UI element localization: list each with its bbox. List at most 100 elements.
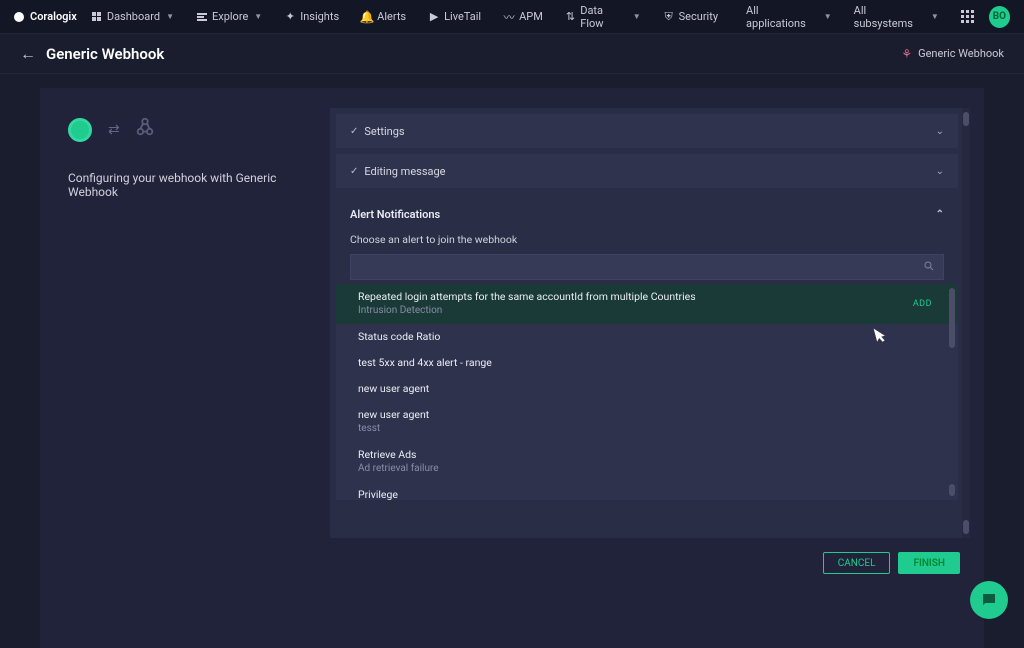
bell-icon: 🔔 (361, 11, 373, 23)
webhook-icon: ⚘ (901, 47, 912, 61)
nav-dashboard-label: Dashboard (107, 10, 160, 23)
source-circle-icon (68, 118, 92, 142)
nav-insights[interactable]: ✦ Insights (276, 6, 347, 27)
right-column: ✓ Settings ⌄ ✓ Editing message ⌄ Alert N… (330, 88, 984, 648)
finish-button[interactable]: FINISH (898, 552, 960, 574)
alert-title: new user agent (358, 382, 944, 396)
brand-logo-icon (14, 12, 24, 22)
cancel-label: CANCEL (838, 558, 876, 569)
accordion-settings[interactable]: ✓ Settings ⌄ (336, 114, 958, 148)
play-icon: ▶ (428, 11, 440, 23)
panel-wrapper: ✓ Settings ⌄ ✓ Editing message ⌄ Alert N… (330, 108, 970, 538)
chevron-down-icon: ⌄ (936, 126, 944, 137)
sparkle-icon: ✦ (284, 11, 296, 23)
nav-apm-label: APM (519, 10, 543, 23)
left-column: ⇄ Configuring your webhook with Generic … (40, 88, 330, 648)
alert-list-item[interactable]: new user agent (336, 376, 958, 402)
alert-subtitle: Intrusion Detection (358, 304, 944, 318)
stage: ⇄ Configuring your webhook with Generic … (40, 88, 984, 648)
nav-insights-label: Insights (300, 10, 339, 23)
brand-name: Coralogix (30, 10, 77, 23)
add-button[interactable]: ADD (913, 298, 932, 310)
scrollbar-thumb[interactable] (963, 112, 969, 126)
page-title: Generic Webhook (46, 45, 164, 63)
nav-alerts-label: Alerts (377, 10, 406, 23)
webhook-glyph-icon (134, 116, 156, 143)
outer-scrollbar[interactable] (962, 108, 970, 538)
nav-alerts[interactable]: 🔔 Alerts (353, 6, 414, 27)
nav-apm[interactable]: 〰 APM (495, 6, 551, 27)
wave-icon: 〰 (503, 11, 515, 23)
alert-list-item[interactable]: test 5xx and 4xx alert - range (336, 350, 958, 376)
alert-list-item[interactable]: Status code Ratio (336, 324, 958, 350)
alert-search-box[interactable] (350, 254, 944, 280)
filter-all-applications-label: All applications (746, 4, 818, 30)
nav-explore[interactable]: Explore ▼ (188, 6, 270, 27)
alert-subtitle: tesst (358, 422, 944, 436)
alert-list-item[interactable]: Privilege Giving privilege in AWS (336, 482, 958, 500)
check-icon: ✓ (350, 166, 358, 177)
apps-grid-button[interactable] (953, 6, 983, 28)
alert-subtitle: Ad retrieval failure (358, 462, 944, 476)
back-arrow-icon[interactable]: ← (20, 44, 36, 64)
finish-label: FINISH (913, 558, 945, 569)
section-header[interactable]: Alert Notifications ⌃ (350, 208, 944, 221)
alert-list-item[interactable]: Repeated login attempts for the same acc… (336, 284, 958, 324)
breadcrumb-right: ⚘ Generic Webhook (901, 47, 1004, 61)
alert-title: Retrieve Ads (358, 448, 944, 462)
grid-icon (91, 11, 103, 23)
chevron-up-icon: ⌃ (936, 209, 944, 220)
shield-icon: ⛨ (663, 11, 675, 23)
alert-title: test 5xx and 4xx alert - range (358, 356, 944, 370)
caret-down-icon: ▼ (931, 12, 939, 21)
filter-all-subsystems[interactable]: All subsystems ▼ (846, 0, 947, 34)
alert-title: Status code Ratio (358, 330, 944, 344)
apps-grid-icon (961, 10, 975, 24)
alert-title: Privilege (358, 488, 944, 500)
nav-livetail-label: LiveTail (444, 10, 481, 23)
bidir-arrows-icon: ⇄ (108, 122, 118, 138)
helper-text: Configuring your webhook with Generic We… (68, 171, 308, 199)
alert-list: Repeated login attempts for the same acc… (336, 284, 958, 500)
brand[interactable]: Coralogix (14, 10, 77, 23)
caret-down-icon: ▼ (824, 12, 832, 21)
alert-list-item[interactable]: new user agent tesst (336, 402, 958, 442)
accordion-editing-label: Editing message (364, 165, 445, 178)
inner-scrollbar-thumb[interactable] (949, 484, 955, 496)
alert-title: new user agent (358, 408, 944, 422)
section-alert-notifications: Alert Notifications ⌃ Choose an alert to… (336, 198, 958, 500)
flow-icons: ⇄ (68, 116, 308, 143)
nav-security-label: Security (679, 10, 718, 23)
alert-title: Repeated login attempts for the same acc… (358, 290, 944, 304)
caret-down-icon: ▼ (166, 12, 174, 21)
filter-all-subsystems-label: All subsystems (854, 4, 925, 30)
user-avatar[interactable]: BO (989, 6, 1010, 28)
check-icon: ✓ (350, 126, 358, 137)
inner-scrollbar-thumb[interactable] (949, 288, 955, 348)
filter-all-applications[interactable]: All applications ▼ (738, 0, 840, 34)
nav-dataflow[interactable]: ⇅ Data Flow ▼ (557, 0, 649, 34)
alert-list-item[interactable]: Retrieve Ads Ad retrieval failure (336, 442, 958, 482)
chevron-down-icon: ⌄ (936, 166, 944, 177)
chat-bubble-button[interactable] (970, 581, 1008, 619)
search-icon (923, 260, 935, 275)
caret-down-icon: ▼ (633, 12, 641, 21)
caret-down-icon: ▼ (254, 12, 262, 21)
nav-explore-label: Explore (212, 10, 248, 23)
nav-livetail[interactable]: ▶ LiveTail (420, 6, 489, 27)
cancel-button[interactable]: CANCEL (823, 552, 891, 574)
flow-icon: ⇅ (565, 11, 576, 23)
avatar-initials: BO (993, 11, 1006, 22)
top-nav: Coralogix Dashboard ▼ Explore ▼ ✦ Insigh… (0, 0, 1024, 34)
section-title: Alert Notifications (350, 208, 440, 221)
subheader: ← Generic Webhook ⚘ Generic Webhook (0, 34, 1024, 74)
breadcrumb-right-label: Generic Webhook (918, 47, 1004, 60)
accordion-editing-message[interactable]: ✓ Editing message ⌄ (336, 154, 958, 188)
nav-dashboard[interactable]: Dashboard ▼ (83, 6, 182, 27)
alert-search-input[interactable] (359, 261, 923, 273)
nav-security[interactable]: ⛨ Security (655, 6, 726, 27)
footer-buttons: CANCEL FINISH (330, 538, 976, 574)
accordion-settings-label: Settings (364, 125, 404, 138)
nav-dataflow-label: Data Flow (580, 4, 626, 30)
scrollbar-thumb[interactable] (963, 520, 969, 534)
